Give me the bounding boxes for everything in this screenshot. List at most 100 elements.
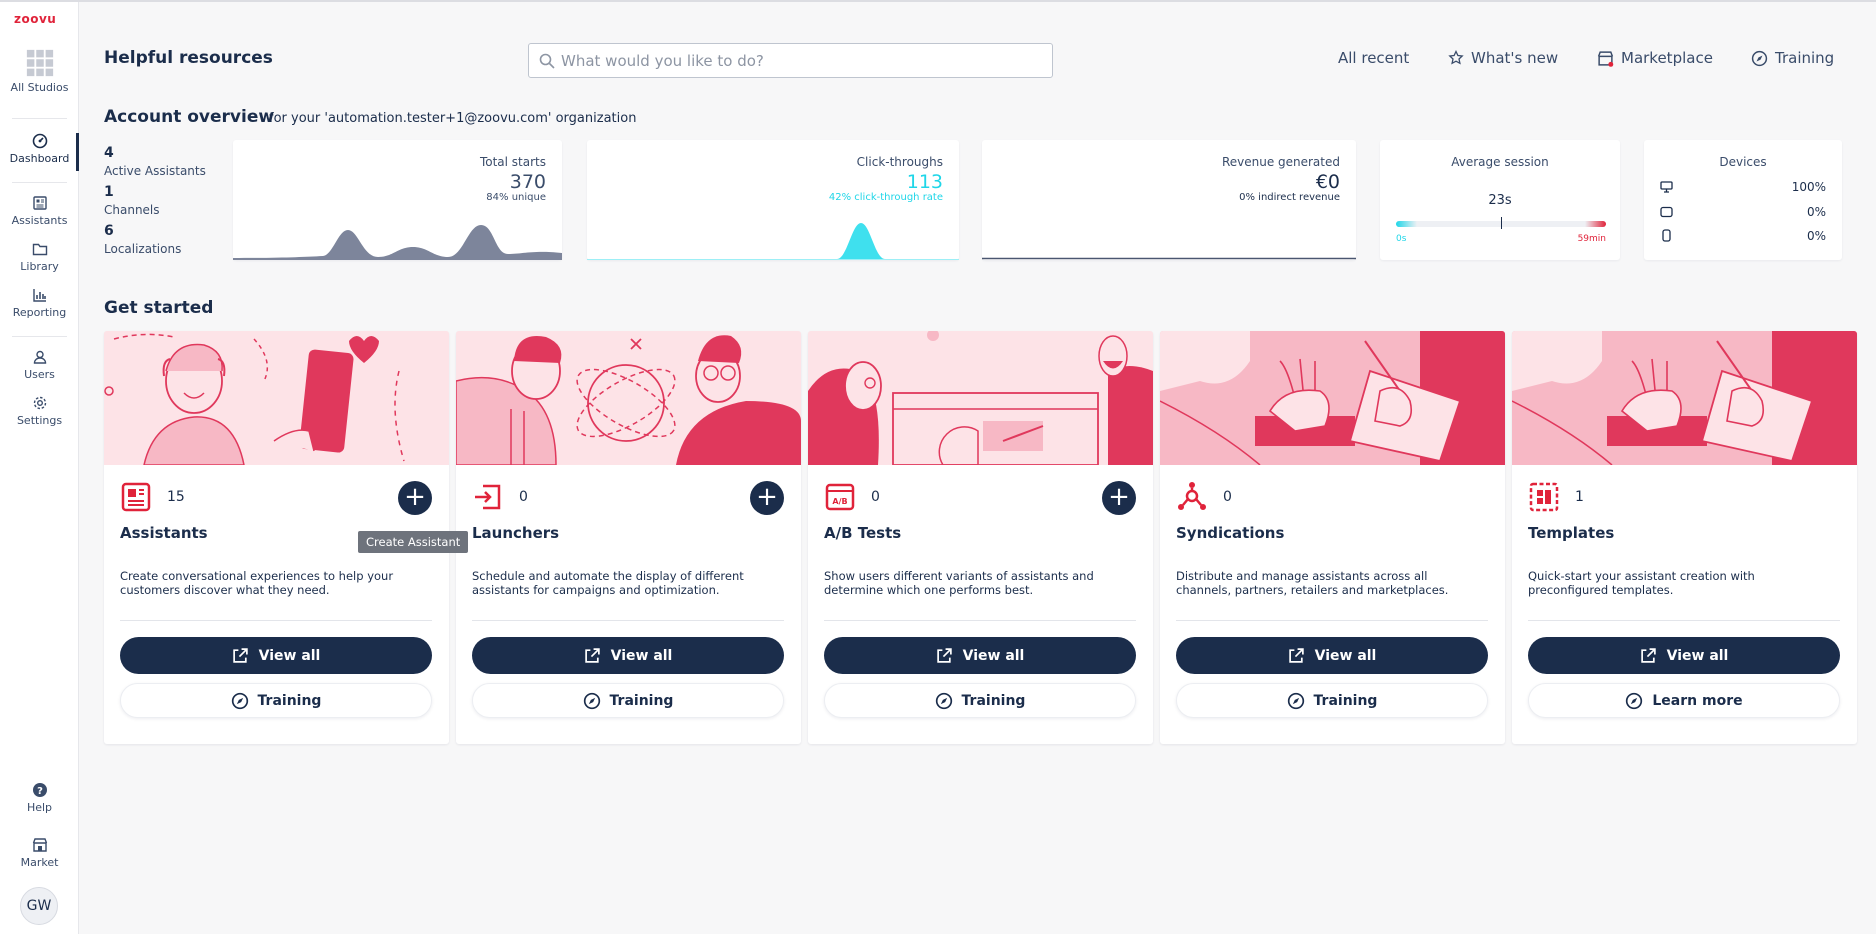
divider xyxy=(472,620,784,621)
compass-icon xyxy=(583,692,600,709)
launcher-icon xyxy=(475,484,501,510)
divider xyxy=(1528,620,1840,621)
whats-new-label: What's new xyxy=(1471,49,1559,67)
compass-icon xyxy=(935,692,952,709)
average-session-card[interactable]: Average session 23s 0s 59min xyxy=(1380,140,1620,260)
syndications-count: 0 xyxy=(1223,489,1232,505)
localizations-label: Localizations xyxy=(104,242,182,256)
mobile-icon xyxy=(1662,229,1671,242)
learn-more-label: Learn more xyxy=(1652,692,1743,709)
ab-tests-illustration xyxy=(808,331,1153,465)
training-button[interactable]: Training xyxy=(120,683,432,718)
account-overview-subtitle: for your 'automation.tester+1@zoovu.com'… xyxy=(269,111,637,126)
channels-count: 1 xyxy=(104,184,114,200)
view-all-label: View all xyxy=(258,647,321,664)
card-value: 113 xyxy=(906,171,943,193)
all-recent-link[interactable]: All recent xyxy=(1338,49,1409,67)
device-value: 0% xyxy=(1806,229,1826,243)
sidebar-item-assistants[interactable]: Assistants xyxy=(0,195,79,227)
sidebar-item-library[interactable]: Library xyxy=(0,241,79,273)
create-launcher-button[interactable]: + xyxy=(750,481,784,515)
click-throughs-card[interactable]: Click-throughs 113 42% click-through rat… xyxy=(587,140,959,260)
templates-card: 1 Templates Quick-start your assistant c… xyxy=(1512,331,1857,744)
devices-card[interactable]: Devices 100% 0% 0% xyxy=(1644,140,1842,260)
device-value: 100% xyxy=(1791,180,1826,194)
active-assistants-count: 4 xyxy=(104,145,114,161)
training-link[interactable]: Training xyxy=(1751,49,1834,67)
ab-tests-card: A/B 0 + A/B Tests Show users different v… xyxy=(808,331,1153,744)
create-ab-test-button[interactable]: + xyxy=(1102,481,1136,515)
sidebar-item-market[interactable]: Market xyxy=(0,837,79,869)
session-value: 23s xyxy=(1488,193,1512,208)
bar-chart-icon xyxy=(32,289,46,302)
training-button[interactable]: Training xyxy=(472,683,784,718)
create-assistant-tooltip: Create Assistant xyxy=(358,531,469,553)
card-name: Templates xyxy=(1528,524,1615,542)
svg-text:?: ? xyxy=(37,786,43,797)
sidebar-label: Reporting xyxy=(12,306,67,319)
sidebar-item-settings[interactable]: Settings xyxy=(0,395,79,427)
template-icon xyxy=(1529,482,1559,512)
card-title: Revenue generated xyxy=(1221,155,1340,169)
card-title: Click-throughs xyxy=(856,155,943,169)
grid-icon xyxy=(26,49,53,77)
compass-icon xyxy=(1626,692,1643,709)
search-input[interactable] xyxy=(561,49,1041,73)
create-assistant-button[interactable]: + xyxy=(398,481,432,515)
view-all-label: View all xyxy=(610,647,673,664)
total-starts-card[interactable]: Total starts 370 84% unique xyxy=(233,140,562,260)
assistants-count: 15 xyxy=(167,489,185,505)
assistants-icon xyxy=(32,196,47,210)
sidebar-item-all-studios[interactable]: All Studios xyxy=(0,48,79,94)
training-label: Training xyxy=(1313,692,1378,709)
launchers-card: 0 + Launchers Schedule and automate the … xyxy=(456,331,801,744)
tablet-icon xyxy=(1660,206,1673,218)
help-icon: ? xyxy=(32,783,47,797)
whats-new-link[interactable]: What's new xyxy=(1448,49,1558,67)
search-box[interactable] xyxy=(528,43,1053,78)
dashboard-icon xyxy=(32,133,47,149)
sidebar-item-reporting[interactable]: Reporting xyxy=(0,287,79,319)
zoovu-logo[interactable]: zoovu xyxy=(14,12,56,26)
external-link-icon xyxy=(936,648,952,663)
training-label: Training xyxy=(257,692,322,709)
sidebar-label: Library xyxy=(20,260,59,273)
ab-test-icon: A/B xyxy=(825,483,855,511)
marketplace-link[interactable]: Marketplace xyxy=(1597,49,1713,67)
revenue-card[interactable]: Revenue generated €0 0% indirect revenue xyxy=(982,140,1356,260)
card-title: Devices xyxy=(1719,155,1767,169)
training-button[interactable]: Training xyxy=(1176,683,1488,718)
syndications-illustration xyxy=(1160,331,1505,465)
divider xyxy=(12,182,67,183)
external-link-icon xyxy=(1288,648,1304,663)
view-all-label: View all xyxy=(1666,647,1729,664)
view-all-button[interactable]: View all xyxy=(472,637,784,674)
learn-more-button[interactable]: Learn more xyxy=(1528,683,1840,718)
sidebar-label: Dashboard xyxy=(9,152,70,165)
training-label: Training xyxy=(609,692,674,709)
assistants-icon xyxy=(121,482,151,512)
sidebar-item-dashboard[interactable]: Dashboard xyxy=(0,133,79,171)
ab-tests-count: 0 xyxy=(871,489,880,505)
view-all-button[interactable]: View all xyxy=(1176,637,1488,674)
launchers-illustration xyxy=(456,331,801,465)
training-button[interactable]: Training xyxy=(824,683,1136,718)
active-assistants-label: Active Assistants xyxy=(104,164,206,178)
sidebar-label: Market xyxy=(20,856,59,869)
star-icon xyxy=(1448,50,1464,65)
sidebar-item-help[interactable]: ? Help xyxy=(0,782,79,814)
view-all-button[interactable]: View all xyxy=(120,637,432,674)
card-name: Launchers xyxy=(472,524,560,542)
view-all-button[interactable]: View all xyxy=(1528,637,1840,674)
total-starts-sparkline xyxy=(233,225,562,260)
gear-icon xyxy=(33,396,46,410)
revenue-sparkline xyxy=(982,257,1356,260)
external-link-icon xyxy=(1640,648,1656,663)
card-description: Create conversational experiences to hel… xyxy=(120,569,394,597)
avatar[interactable]: GW xyxy=(20,887,58,925)
divider xyxy=(12,336,67,337)
sidebar-item-users[interactable]: Users xyxy=(0,349,79,381)
divider xyxy=(12,118,67,119)
view-all-button[interactable]: View all xyxy=(824,637,1136,674)
localizations-count: 6 xyxy=(104,223,114,239)
